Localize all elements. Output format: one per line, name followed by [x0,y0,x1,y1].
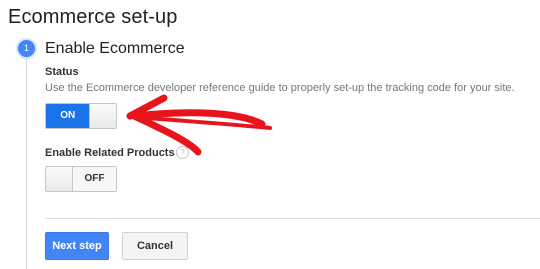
next-step-button[interactable]: Next step [45,232,109,260]
cancel-button[interactable]: Cancel [122,232,188,260]
toggle-knob [89,104,116,128]
divider [45,218,540,219]
step-number-badge: 1 [18,40,35,57]
related-products-toggle[interactable]: OFF [45,166,117,192]
annotation-arrow-icon [126,94,272,156]
toggle-on-label: ON [46,104,90,128]
toggle-knob [46,167,73,191]
ecommerce-status-toggle[interactable]: ON [45,103,117,129]
step-title: Enable Ecommerce [45,40,185,57]
toggle-off-label: OFF [73,167,116,191]
status-label: Status [45,66,79,78]
page-title: Ecommerce set-up [8,6,178,28]
step-connector-line [26,58,27,269]
